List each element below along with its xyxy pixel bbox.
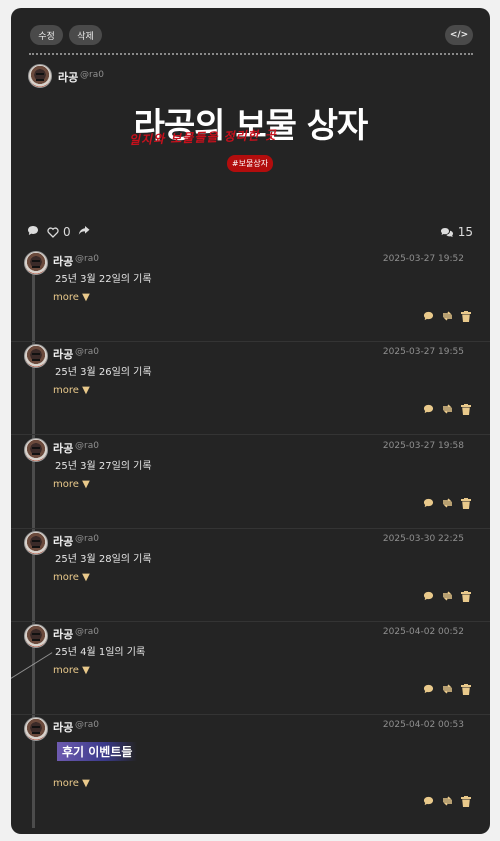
reply-author[interactable]: 라공 xyxy=(53,346,73,362)
hashtag-badge[interactable]: #보물상자 xyxy=(227,155,273,172)
reply-text: 25년 3월 28일의 기록 xyxy=(55,554,152,565)
retweet-icon[interactable] xyxy=(441,683,453,695)
reply-handle[interactable]: @ra0 xyxy=(75,534,99,544)
code-icon: </> xyxy=(449,30,469,40)
reply-actions xyxy=(422,683,472,695)
reply-handle[interactable]: @ra0 xyxy=(75,254,99,264)
comments-icon xyxy=(440,227,454,238)
avatar[interactable] xyxy=(24,251,48,275)
reply-actions xyxy=(422,310,472,322)
reply-author[interactable]: 라공 xyxy=(53,626,73,642)
reply-text: 25년 3월 22일의 기록 xyxy=(55,274,152,285)
comment-button[interactable] xyxy=(27,225,39,236)
more-toggle[interactable]: more ▼ xyxy=(53,292,90,303)
reply-author[interactable]: 라공 xyxy=(53,533,73,549)
comment-icon[interactable] xyxy=(422,795,434,807)
avatar[interactable] xyxy=(24,438,48,462)
trash-icon[interactable] xyxy=(460,497,472,509)
like-button[interactable]: 0 xyxy=(47,225,71,239)
heart-icon xyxy=(47,226,59,238)
retweet-icon[interactable] xyxy=(441,403,453,415)
reply-item[interactable]: 라공 @ra0 2025-04-02 00:52 25년 4월 1일의 기록 m… xyxy=(11,622,490,715)
avatar[interactable] xyxy=(28,64,52,88)
avatar[interactable] xyxy=(24,344,48,368)
reply-date: 2025-03-27 19:52 xyxy=(382,254,464,264)
reply-text: 25년 4월 1일의 기록 xyxy=(55,647,146,658)
trash-icon[interactable] xyxy=(460,795,472,807)
more-toggle[interactable]: more ▼ xyxy=(53,479,90,490)
post-toolbar: 수정 삭제 </> xyxy=(30,25,473,45)
comment-icon xyxy=(27,225,39,236)
reply-actions xyxy=(422,590,472,602)
reply-item[interactable]: 라공 @ra0 2025-04-02 00:53 후기 이벤트들 more ▼ xyxy=(11,715,490,820)
reply-text: 25년 3월 27일의 기록 xyxy=(55,461,152,472)
reply-text-highlight: 후기 이벤트들 xyxy=(57,742,138,761)
retweet-icon[interactable] xyxy=(441,590,453,602)
trash-icon[interactable] xyxy=(460,683,472,695)
delete-button[interactable]: 삭제 xyxy=(69,25,102,45)
reply-item[interactable]: 라공 @ra0 2025-03-30 22:25 25년 3월 28일의 기록 … xyxy=(11,529,490,622)
comment-icon[interactable] xyxy=(422,683,434,695)
avatar[interactable] xyxy=(24,717,48,741)
post-handle[interactable]: @ra0 xyxy=(80,70,104,80)
divider xyxy=(29,53,473,55)
post-card: 수정 삭제 </> 라공 @ra0 라공의 보물 상자 일지와 보물들을 정리한… xyxy=(11,8,490,834)
reply-item[interactable]: 라공 @ra0 2025-03-27 19:58 25년 3월 27일의 기록 … xyxy=(11,436,490,529)
more-toggle[interactable]: more ▼ xyxy=(53,665,90,676)
comment-icon[interactable] xyxy=(422,310,434,322)
edit-button[interactable]: 수정 xyxy=(30,25,63,45)
reply-item[interactable]: 라공 @ra0 2025-03-27 19:52 25년 3월 22일의 기록 … xyxy=(11,249,490,342)
reply-count-value: 15 xyxy=(457,225,473,239)
reply-author[interactable]: 라공 xyxy=(53,440,73,456)
reply-item[interactable]: 라공 @ra0 2025-03-27 19:55 25년 3월 26일의 기록 … xyxy=(11,342,490,435)
retweet-icon[interactable] xyxy=(441,310,453,322)
more-toggle[interactable]: more ▼ xyxy=(53,778,90,789)
more-toggle[interactable]: more ▼ xyxy=(53,385,90,396)
reply-actions xyxy=(422,497,472,509)
reply-date: 2025-03-30 22:25 xyxy=(382,534,464,544)
avatar[interactable] xyxy=(24,531,48,555)
comment-icon[interactable] xyxy=(422,497,434,509)
reply-handle[interactable]: @ra0 xyxy=(75,627,99,637)
retweet-icon[interactable] xyxy=(441,795,453,807)
reply-date: 2025-04-02 00:53 xyxy=(382,720,464,730)
reply-actions xyxy=(422,403,472,415)
reply-handle[interactable]: @ra0 xyxy=(75,720,99,730)
reply-author[interactable]: 라공 xyxy=(53,719,73,735)
reply-date: 2025-04-02 00:52 xyxy=(382,627,464,637)
reply-handle[interactable]: @ra0 xyxy=(75,441,99,451)
share-button[interactable] xyxy=(78,225,90,236)
reply-date: 2025-03-27 19:55 xyxy=(382,347,464,357)
reply-handle[interactable]: @ra0 xyxy=(75,347,99,357)
comment-icon[interactable] xyxy=(422,403,434,415)
trash-icon[interactable] xyxy=(460,310,472,322)
code-view-button[interactable]: </> xyxy=(445,25,473,45)
like-count: 0 xyxy=(63,225,71,239)
avatar[interactable] xyxy=(24,624,48,648)
trash-icon[interactable] xyxy=(460,403,472,415)
reply-date: 2025-03-27 19:58 xyxy=(382,441,464,451)
post-actions: 0 15 xyxy=(27,225,473,239)
reply-count[interactable]: 15 xyxy=(440,225,473,239)
reply-author[interactable]: 라공 xyxy=(53,253,73,269)
share-icon xyxy=(78,225,90,236)
retweet-icon[interactable] xyxy=(441,497,453,509)
more-toggle[interactable]: more ▼ xyxy=(53,572,90,583)
reply-text: 25년 3월 26일의 기록 xyxy=(55,367,152,378)
comment-icon[interactable] xyxy=(422,590,434,602)
trash-icon[interactable] xyxy=(460,590,472,602)
post-author[interactable]: 라공 xyxy=(58,69,78,85)
reply-actions xyxy=(422,795,472,807)
